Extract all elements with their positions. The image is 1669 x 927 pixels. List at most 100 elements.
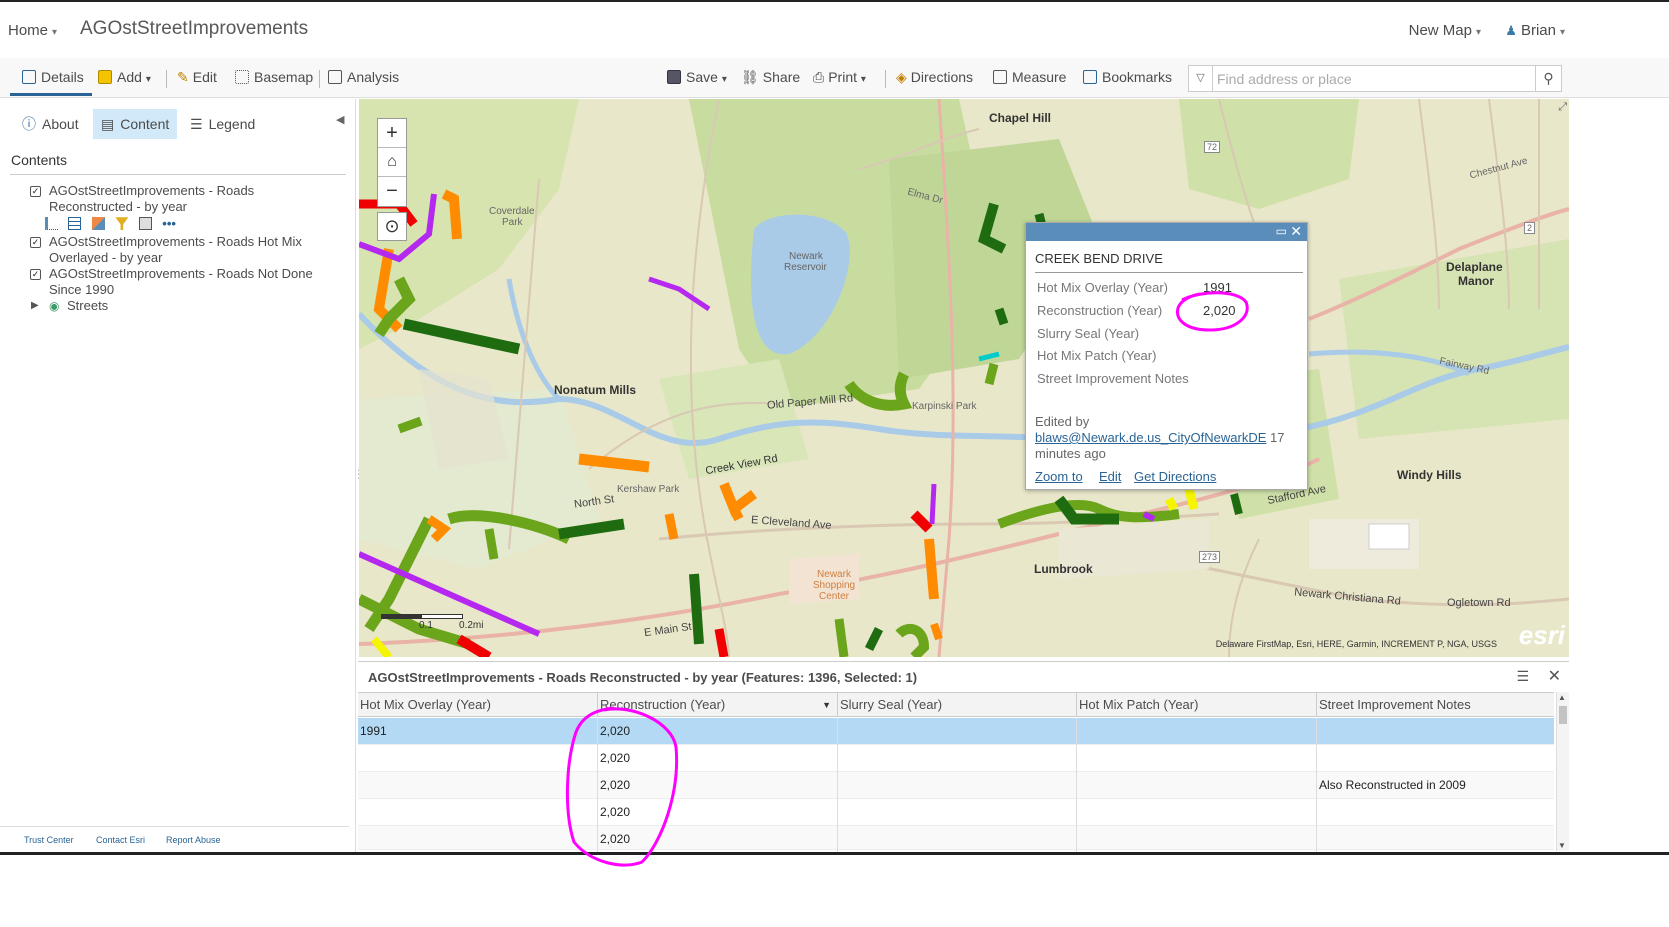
analysis-icon [328, 70, 342, 84]
table-row[interactable]: 2,020 Also Reconstructed in 2009 [358, 772, 1554, 799]
editor-link[interactable]: blaws@Newark.de.us_CityOfNewarkDE [1035, 430, 1266, 445]
map-label: Nonatum Mills [554, 383, 637, 397]
get-directions-link[interactable]: Get Directions [1134, 469, 1216, 484]
divider [1035, 272, 1303, 273]
contact-esri-link[interactable]: Contact Esri [96, 835, 145, 845]
home-menu[interactable]: Home ▾ [8, 22, 57, 39]
directions-button[interactable]: ◈ Directions [896, 69, 973, 86]
new-map-menu[interactable]: New Map ▾ [1409, 22, 1481, 39]
tab-content[interactable]: ▤ Content [93, 109, 178, 139]
close-icon[interactable]: ✕ [1548, 666, 1561, 686]
column-header[interactable]: Reconstruction (Year) ▼ [598, 693, 838, 717]
layer-tools: ••• [45, 215, 176, 233]
map-view[interactable]: Chapel Hill Nonatum Mills Delaplane Mano… [359, 99, 1569, 657]
analysis-button[interactable]: Analysis [328, 69, 399, 85]
basemap-graphic [359, 99, 1569, 657]
table-header: Hot Mix Overlay (Year) Reconstruction (Y… [358, 692, 1554, 717]
analysis-icon[interactable] [138, 217, 152, 231]
popup-field-value: 2,020 [1203, 303, 1236, 318]
add-button[interactable]: Add ▾ [98, 69, 151, 85]
style-icon[interactable] [91, 217, 105, 231]
table-cell [1317, 745, 1554, 772]
column-header[interactable]: Hot Mix Patch (Year) [1077, 693, 1317, 717]
search-button[interactable]: ⚲ [1535, 66, 1561, 91]
sort-descending-icon[interactable]: ▼ [822, 693, 831, 717]
save-button[interactable]: Save ▾ [667, 69, 727, 85]
floppy-disk-icon [667, 70, 681, 84]
trust-center-link[interactable]: Trust Center [24, 835, 74, 845]
report-abuse-link[interactable]: Report Abuse [166, 835, 221, 845]
locate-button[interactable]: ⊙ [377, 212, 407, 241]
esri-logo: esri [1518, 620, 1565, 650]
basemap-button[interactable]: Basemap [235, 69, 313, 85]
table-cell: 1991 [358, 718, 598, 745]
scroll-down-icon[interactable]: ▼ [1558, 841, 1566, 850]
table-cell [838, 799, 1077, 826]
edit-link[interactable]: Edit [1099, 469, 1121, 484]
scroll-thumb[interactable] [1559, 706, 1567, 724]
attribute-table-panel: AGOstStreetImprovements - Roads Reconstr… [358, 661, 1569, 853]
zoom-to-link[interactable]: Zoom to [1035, 469, 1083, 484]
more-options-icon[interactable]: ••• [162, 216, 176, 231]
content-icon: ▤ [101, 116, 115, 132]
table-cell [838, 772, 1077, 799]
user-menu[interactable]: ♟ Brian ▾ [1505, 22, 1565, 39]
scale-label: 0.1 [419, 620, 433, 631]
table-cell [1077, 799, 1317, 826]
filter-icon[interactable] [115, 217, 129, 231]
home-extent-button[interactable]: ⌂ [378, 148, 406, 177]
popup-field-label: Slurry Seal (Year) [1037, 326, 1140, 341]
expand-triangle-icon[interactable]: ▶ [31, 298, 39, 314]
measure-button[interactable]: Measure [993, 69, 1066, 85]
tab-about[interactable]: ⓘ About [14, 109, 87, 139]
zoom-out-button[interactable]: − [378, 177, 406, 206]
search-icon: ⚲ [1543, 70, 1554, 86]
layer-name: Streets [67, 298, 109, 313]
scroll-up-icon[interactable]: ▲ [1558, 693, 1566, 702]
table-title: AGOstStreetImprovements - Roads Reconstr… [368, 670, 918, 685]
map-label: Reservoir [784, 262, 827, 273]
layer-name-cont: Overlayed - by year [49, 250, 163, 265]
legend-toggle-icon[interactable] [45, 217, 58, 231]
map-label: Newark Shopping Center [812, 569, 856, 602]
footer-links: Trust Center Contact Esri Report Abuse [0, 826, 349, 845]
table-row[interactable]: 2,020 [358, 826, 1554, 853]
maximize-icon[interactable]: ▭ [1276, 224, 1287, 238]
table-cell: 2,020 [598, 772, 838, 799]
popup-field-value: 1991 [1203, 280, 1232, 295]
share-button[interactable]: ⛓ Share [741, 69, 800, 86]
column-header[interactable]: Slurry Seal (Year) [838, 693, 1077, 717]
table-row[interactable]: 1991 2,020 [358, 718, 1554, 745]
details-icon [22, 70, 36, 84]
column-header[interactable]: Hot Mix Overlay (Year) [358, 693, 598, 717]
table-icon[interactable] [68, 217, 82, 231]
popup-field-label: Hot Mix Overlay (Year) [1037, 280, 1168, 295]
layer-visibility-checkbox[interactable]: ✓ [30, 186, 41, 197]
pencil-icon: ✎ [177, 69, 189, 85]
edit-button[interactable]: ✎ Edit [177, 69, 217, 86]
column-header[interactable]: Street Improvement Notes [1317, 693, 1554, 717]
add-label: Add [117, 69, 142, 85]
directions-label: Directions [910, 69, 974, 85]
collapse-panel-icon[interactable]: ◀ [336, 113, 344, 126]
tab-legend[interactable]: ☰ Legend [182, 109, 263, 139]
chevron-down-icon: ▾ [721, 74, 727, 85]
table-scrollbar[interactable]: ▲ ▼ [1556, 692, 1569, 851]
home-label: Home [8, 22, 49, 39]
table-row[interactable]: 2,020 [358, 745, 1554, 772]
layer-visibility-checkbox[interactable]: ✓ [30, 269, 41, 280]
print-button[interactable]: ⎙ Print ▾ [813, 69, 866, 86]
user-name: Brian [1520, 22, 1556, 39]
new-map-label: New Map [1408, 22, 1472, 39]
search-source-dropdown[interactable]: ▽ [1189, 66, 1213, 91]
close-icon[interactable]: ✕ [1290, 223, 1302, 240]
table-row[interactable]: 2,020 [358, 799, 1554, 826]
zoom-in-button[interactable]: + [378, 119, 406, 148]
search-input[interactable] [1215, 67, 1533, 90]
bookmarks-button[interactable]: Bookmarks [1083, 69, 1172, 85]
details-button[interactable]: Details [10, 64, 92, 96]
table-options-icon[interactable]: ☰ [1516, 668, 1529, 685]
layer-visibility-checkbox[interactable]: ✓ [30, 237, 41, 248]
map-corner-icon[interactable]: ⤢ [1558, 101, 1567, 114]
map-label: Newark [789, 251, 823, 262]
